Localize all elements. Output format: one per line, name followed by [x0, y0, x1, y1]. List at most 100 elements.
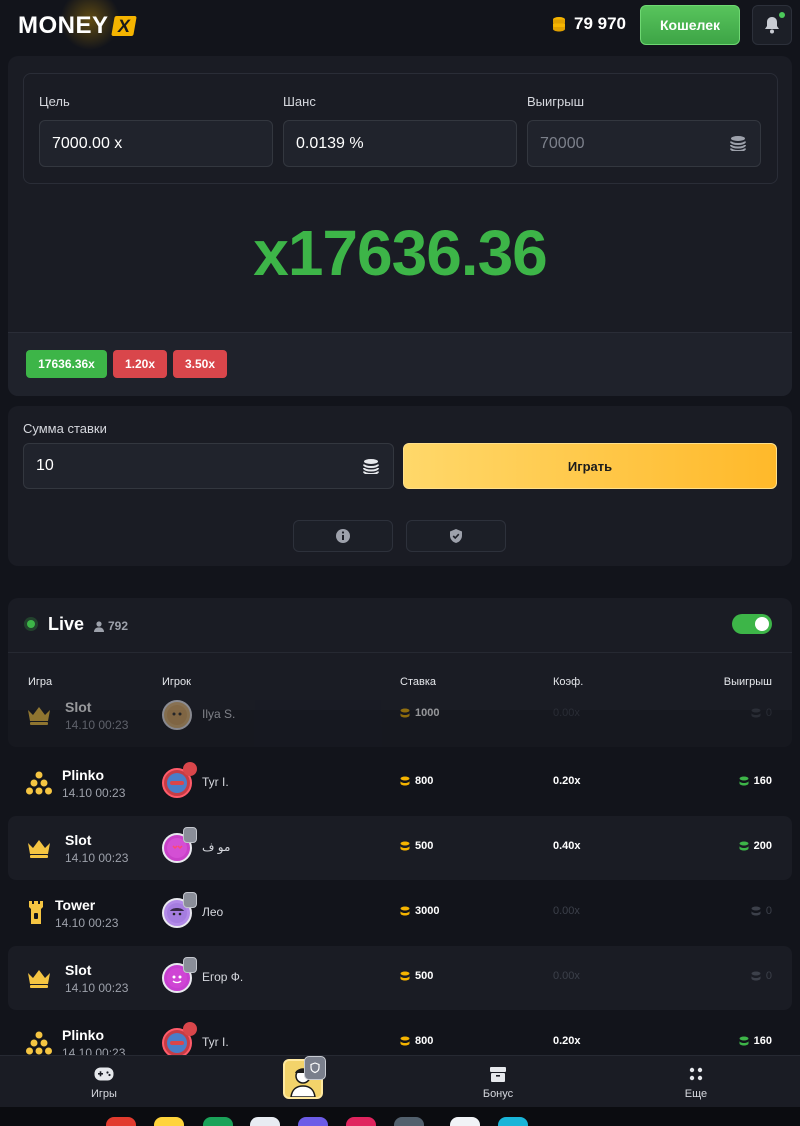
row-stake: 3000	[400, 905, 439, 917]
coin-stack-icon[interactable]	[363, 458, 379, 474]
logo-x-mark: X	[110, 16, 137, 36]
dock-app-icon[interactable]	[346, 1117, 376, 1126]
dock-app-icon[interactable]	[450, 1117, 480, 1126]
row-win-value: 160	[753, 1035, 772, 1047]
bet-panel: Сумма ставки 10 Играть	[8, 406, 792, 566]
history-chip[interactable]: 3.50x	[173, 350, 227, 378]
nav-games[interactable]: Игры	[44, 1064, 164, 1100]
notifications-button[interactable]	[752, 5, 792, 45]
row-stake-value: 800	[415, 1035, 434, 1047]
bet-amount-value: 10	[36, 457, 54, 474]
wallet-button[interactable]: Кошелек	[640, 5, 740, 45]
logo-text: MONEY	[18, 12, 109, 39]
balance-value: 79 970	[574, 14, 626, 33]
column-header-coef: Коэф.	[553, 676, 584, 688]
coin-stack-icon	[739, 1036, 749, 1046]
live-title: Live	[48, 614, 85, 634]
target-input[interactable]: 7000.00 x	[39, 120, 273, 167]
row-stake: 1000	[400, 707, 439, 719]
chance-input[interactable]: 0.0139 %	[283, 120, 517, 167]
dots-grid-icon	[636, 1064, 756, 1084]
shield-badge-icon	[183, 892, 197, 908]
avatar	[162, 1022, 197, 1056]
info-button[interactable]	[293, 520, 393, 552]
table-row[interactable]: Slot 14.10 00:23 Ilya S. 1000 0.00x 0	[8, 700, 792, 747]
nav-bonus[interactable]: Бонус	[438, 1064, 558, 1100]
row-stake-value: 1000	[415, 707, 440, 719]
dock-app-icon[interactable]	[106, 1117, 136, 1126]
coin-stack-icon	[751, 906, 761, 916]
nav-more-label: Еще	[684, 1088, 708, 1100]
dock-app-icon[interactable]	[250, 1117, 280, 1126]
history-chip[interactable]: 1.20x	[113, 350, 167, 378]
row-win-value: 0	[765, 707, 772, 719]
rank-badge	[183, 762, 197, 776]
row-player: Егор Ф.	[202, 970, 244, 984]
game-inputs: Цель 7000.00 x Шанс 0.0139 % Выигрыш 700…	[23, 73, 778, 184]
shield-badge-icon	[183, 827, 197, 843]
fairness-button[interactable]	[406, 520, 506, 552]
payout-input: 70000	[527, 120, 761, 167]
table-row[interactable]: Slot 14.10 00:23 Егор Ф. 500 0.00x 0	[8, 946, 792, 1010]
gamepad-icon	[44, 1064, 164, 1084]
coin-stack-icon	[553, 17, 565, 32]
dock-app-icon[interactable]	[394, 1117, 424, 1126]
shield-check-icon	[450, 529, 462, 543]
history-strip: 17636.36x 1.20x 3.50x	[8, 332, 792, 396]
row-time: 14.10 00:23	[62, 786, 126, 800]
column-header-player: Игрок	[162, 676, 191, 688]
row-coef: 0.00x	[553, 707, 580, 719]
dock-app-icon[interactable]	[203, 1117, 233, 1126]
avatar-face-icon	[167, 773, 187, 793]
user-icon	[94, 620, 104, 632]
row-coef: 0.00x	[553, 970, 580, 982]
row-stake: 800	[400, 775, 433, 787]
avatar-face-icon	[167, 705, 187, 725]
row-coef: 0.00x	[553, 905, 580, 917]
chance-label: Шанс	[283, 94, 316, 109]
balance-display: 79 970	[552, 14, 626, 34]
row-stake-value: 500	[415, 840, 434, 852]
row-player: Ilya S.	[202, 707, 236, 721]
toggle-knob	[755, 617, 769, 631]
row-player: Лео	[202, 905, 224, 919]
play-button[interactable]: Играть	[403, 443, 777, 489]
column-header-win: Выигрыш	[723, 676, 772, 688]
column-header-game: Игра	[28, 676, 53, 688]
dock-app-icon[interactable]	[498, 1117, 528, 1126]
row-time: 14.10 00:23	[65, 718, 129, 732]
row-win-value: 160	[753, 775, 772, 787]
coin-stack-icon	[400, 841, 410, 851]
live-panel: Live 792 Игра Игрок Ставка Коэф. Выигрыш	[8, 598, 792, 710]
live-toggle[interactable]	[732, 614, 772, 634]
coin-stack-icon	[400, 708, 410, 718]
bet-amount-label: Сумма ставки	[23, 421, 107, 436]
table-row[interactable]: Plinko 14.10 00:23 Tyr I. 800 0.20x 160	[8, 751, 792, 815]
row-win-value: 200	[753, 840, 772, 852]
result-multiplier: x17636.36	[253, 217, 548, 289]
row-player: Tyr I.	[202, 775, 229, 789]
live-divider	[8, 652, 792, 653]
nav-more[interactable]: Еще	[636, 1064, 756, 1100]
row-stake: 500	[400, 970, 433, 982]
brand-logo[interactable]: MONEY X	[18, 10, 137, 42]
avatar	[162, 827, 197, 863]
bet-amount-input[interactable]: 10	[23, 443, 394, 489]
dock-app-icon[interactable]	[154, 1117, 184, 1126]
row-win-value: 0	[765, 905, 772, 917]
row-win: 0	[751, 707, 772, 719]
table-row[interactable]: Tower 14.10 00:23 Лео 3000 0.00x 0	[8, 881, 792, 945]
coin-stack-icon	[400, 776, 410, 786]
table-row[interactable]: Plinko 14.10 00:23 Tyr I. 800 0.20x 160	[8, 1011, 792, 1056]
dock-app-icon[interactable]	[298, 1117, 328, 1126]
payout-label: Выигрыш	[527, 94, 585, 109]
nav-bonus-label: Бонус	[482, 1088, 514, 1100]
live-bets-list: Slot 14.10 00:23 Ilya S. 1000 0.00x 0 Pl…	[8, 700, 792, 1056]
table-row[interactable]: Slot 14.10 00:23 مو ف 500 0.40x 200	[8, 816, 792, 880]
history-chip[interactable]: 17636.36x	[26, 350, 107, 378]
avatar	[162, 957, 197, 993]
shield-badge-icon	[304, 1056, 326, 1080]
info-icon	[336, 529, 350, 543]
row-game-name: Plinko	[62, 1027, 105, 1043]
bell-icon	[765, 17, 779, 34]
